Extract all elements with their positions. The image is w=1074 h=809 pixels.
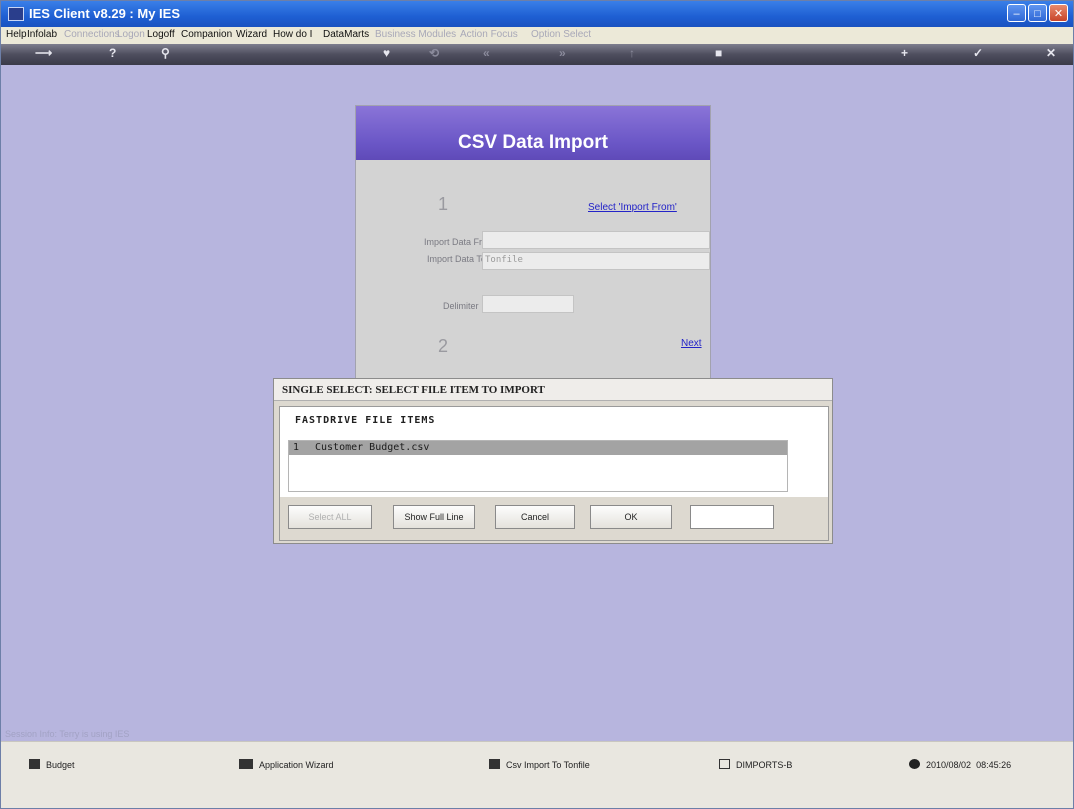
close-icon[interactable]: ✕ [1046,46,1056,60]
status-dimports-label: DIMPORTS-B [736,760,793,770]
dialog-button-bar: Select ALL Show Full Line Cancel OK [280,497,828,540]
search-input[interactable] [690,505,774,529]
status-budget[interactable]: Budget [29,759,75,770]
book-icon [29,759,40,769]
status-date: 2010/08/02 [926,760,972,770]
status-bar: Budget Application Wizard Csv Import To … [1,741,1073,808]
delimiter-field[interactable] [482,295,574,313]
menu-option-select: Option Select [531,29,592,40]
status-dimports[interactable]: DIMPORTS-B [719,759,792,770]
session-info: Session Info: Terry is using IES [5,729,130,739]
menu-infolab[interactable]: Infolab [27,29,57,40]
show-full-line-button[interactable]: Show Full Line [393,505,475,529]
window-icon [239,759,253,769]
menu-help[interactable]: Help [6,29,27,40]
stop-icon[interactable]: ■ [715,46,722,60]
item-name: Customer Budget.csv [315,442,430,453]
fast-back-icon[interactable]: ⟲ [429,46,439,60]
toolbar: ⟶ ? ⚲ ♥ ⟲ « » ↑ ■ + ✓ ✕ [1,44,1073,65]
panel-header: CSV Data Import [356,106,710,160]
status-csv-import-label: Csv Import To Tonfile [506,760,590,770]
item-number: 1 [293,442,300,453]
menu-action-focus: Action Focus [460,29,518,40]
menu-bar: Help Infolab Connections Logon Logoff Co… [1,27,1073,44]
menu-datamarts[interactable]: DataMarts [323,29,369,40]
import-to-field[interactable]: Tonfile [482,252,710,270]
select-all-button: Select ALL [288,505,372,529]
dialog-content: FASTDRIVE FILE ITEMS 1 Customer Budget.c… [279,406,829,541]
cancel-button[interactable]: Cancel [495,505,575,529]
menu-how-do-i[interactable]: How do I [273,29,312,40]
previous-icon[interactable]: « [483,46,490,60]
menu-logoff[interactable]: Logoff [147,29,175,40]
next-icon[interactable]: » [559,46,566,60]
app-window: IES Client v8.29 : My IES – □ ✕ Help Inf… [0,0,1074,809]
file-item-list[interactable]: 1 Customer Budget.csv [288,440,788,492]
status-application-wizard[interactable]: Application Wizard [239,759,334,770]
status-datetime: 2010/08/02 08:45:26 [909,759,1011,770]
title-bar: IES Client v8.29 : My IES – □ ✕ [1,1,1073,27]
menu-connections: Connections [64,29,120,40]
dialog-title: SINGLE SELECT: SELECT FILE ITEM TO IMPOR… [274,379,832,401]
maximize-button[interactable]: □ [1028,4,1047,22]
select-file-dialog: SINGLE SELECT: SELECT FILE ITEM TO IMPOR… [273,378,833,544]
list-item[interactable]: 1 Customer Budget.csv [289,441,787,455]
up-icon[interactable]: ↑ [629,46,635,60]
panel-title: CSV Data Import [458,132,608,153]
step-one-number: 1 [438,194,449,214]
status-budget-label: Budget [46,760,75,770]
step-two-number: 2 [438,336,449,356]
status-wizard-label: Application Wizard [259,760,334,770]
select-import-from-link[interactable]: Select 'Import From' [588,202,677,213]
csv-import-panel: CSV Data Import 1 Select 'Import From' I… [355,105,711,399]
heart-icon[interactable]: ♥ [383,46,390,60]
minimize-button[interactable]: – [1007,4,1026,22]
import-from-field[interactable] [482,231,710,249]
menu-logon: Logon [117,29,145,40]
ok-button[interactable]: OK [590,505,672,529]
app-logo-icon [8,7,24,21]
help-icon[interactable]: ? [109,46,116,60]
clock-icon [909,759,920,769]
import-to-label: Import Data To [427,254,486,264]
import-icon [489,759,500,769]
menu-wizard[interactable]: Wizard [236,29,267,40]
list-heading: FASTDRIVE FILE ITEMS [295,415,436,426]
status-csv-import[interactable]: Csv Import To Tonfile [489,759,590,770]
back-arrow-icon[interactable]: ⟶ [35,46,52,60]
folder-icon [719,759,730,769]
menu-companion[interactable]: Companion [181,29,232,40]
next-link[interactable]: Next [681,338,702,349]
menu-business-modules: Business Modules [375,29,457,40]
status-time: 08:45:26 [976,760,1012,770]
close-button[interactable]: ✕ [1049,4,1068,22]
add-icon[interactable]: + [901,46,908,60]
window-title: IES Client v8.29 : My IES [29,6,180,21]
delimiter-label: Delimiter [443,301,479,311]
check-icon[interactable]: ✓ [973,46,983,60]
search-icon[interactable]: ⚲ [161,46,170,60]
